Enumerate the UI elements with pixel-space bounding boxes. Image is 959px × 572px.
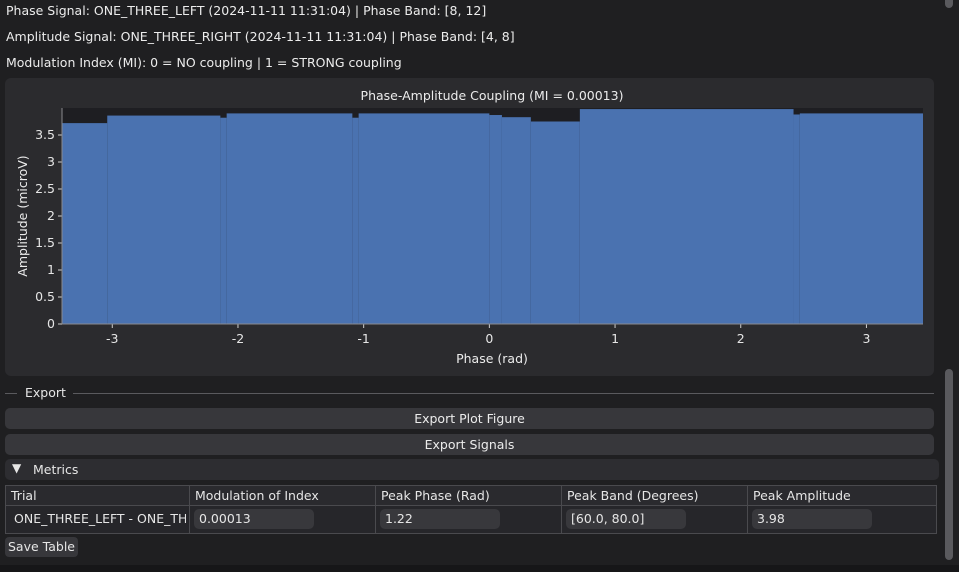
save-table-button[interactable]: Save Table	[5, 537, 78, 557]
y-tick-label: 1.5	[35, 235, 55, 250]
bar	[489, 115, 502, 324]
export-signals-button[interactable]: Export Signals	[5, 434, 934, 455]
bar	[226, 113, 353, 325]
y-tick-label: 3	[47, 154, 55, 169]
y-tick-label: 2	[47, 208, 55, 223]
peak-band-value[interactable]: [60.0, 80.0]	[566, 509, 686, 529]
pac-chart: 0 0.5 1 1.5 2 2.5 3 3.5 -3 -2 -1 0 1 2 3 Phase-Amplitud…	[15, 88, 923, 366]
y-tick-label: 2.5	[35, 181, 55, 196]
phase-signal-info: Phase Signal: ONE_THREE_LEFT (2024-11-11…	[6, 3, 487, 18]
peak-amplitude-value[interactable]: 3.98	[752, 509, 872, 529]
column-header-modulation-index[interactable]: Modulation of Index	[190, 486, 376, 506]
pac-plot-panel: 0 0.5 1 1.5 2 2.5 3 3.5 -3 -2 -1 0 1 2 3 Phase-Amplitud…	[5, 78, 934, 376]
x-tick-label: -1	[357, 331, 369, 346]
bar	[793, 114, 800, 324]
y-tick-label: 3.5	[35, 127, 55, 142]
bar	[220, 117, 227, 324]
scrollbar-thumb[interactable]	[945, 369, 953, 560]
y-tick-label: 0	[47, 316, 55, 331]
trial-value[interactable]: ONE_THREE_LEFT - ONE_THREE_RIGHT	[10, 509, 186, 529]
bar	[352, 117, 359, 324]
modulation-index-value[interactable]: 0.00013	[194, 509, 314, 529]
x-tick-label: 1	[611, 331, 619, 346]
bar	[107, 115, 221, 324]
separator-line	[73, 393, 934, 394]
table-cell-peak-band: [60.0, 80.0]	[562, 506, 748, 533]
metrics-title: Metrics	[33, 462, 79, 477]
metrics-collapsible-header[interactable]: ▼ Metrics	[5, 459, 939, 480]
scrollbar-top-cap	[945, 0, 953, 8]
chart-title: Phase-Amplitude Coupling (MI = 0.00013)	[361, 88, 624, 103]
table-cell-peak-phase: 1.22	[376, 506, 562, 533]
triangle-down-icon: ▼	[12, 461, 22, 475]
mi-legend: Modulation Index (MI): 0 = NO coupling |…	[6, 55, 402, 70]
table-cell-modulation-index: 0.00013	[190, 506, 376, 533]
x-tick-label: 0	[485, 331, 493, 346]
column-header-trial[interactable]: Trial	[6, 486, 190, 506]
bar	[358, 113, 490, 325]
column-header-peak-phase[interactable]: Peak Phase (Rad)	[376, 486, 562, 506]
peak-phase-value[interactable]: 1.22	[380, 509, 500, 529]
y-axis-label: Amplitude (microV)	[15, 155, 30, 276]
y-tick-label: 1	[47, 262, 55, 277]
separator-line	[5, 393, 17, 394]
table-cell-trial: ONE_THREE_LEFT - ONE_THREE_RIGHT	[6, 506, 190, 533]
column-header-peak-band[interactable]: Peak Band (Degrees)	[562, 486, 748, 506]
bar	[579, 109, 794, 324]
amplitude-signal-info: Amplitude Signal: ONE_THREE_RIGHT (2024-…	[6, 29, 515, 44]
window-bottom-edge	[0, 565, 959, 572]
x-axis-label: Phase (rad)	[456, 351, 528, 366]
bar	[799, 113, 923, 325]
table-cell-peak-amplitude: 3.98	[748, 506, 936, 533]
bar	[530, 121, 580, 324]
export-section-header: Export	[5, 384, 934, 402]
metrics-table: Trial Modulation of Index Peak Phase (Ra…	[5, 485, 937, 534]
export-title: Export	[25, 385, 66, 400]
x-tick-label: 2	[737, 331, 745, 346]
column-header-peak-amplitude[interactable]: Peak Amplitude	[748, 486, 936, 506]
bar	[501, 117, 531, 325]
bar	[62, 123, 108, 324]
y-tick-label: 0.5	[35, 289, 55, 304]
x-tick-label: 3	[862, 331, 870, 346]
export-plot-button[interactable]: Export Plot Figure	[5, 408, 934, 429]
x-tick-label: -2	[232, 331, 244, 346]
x-tick-label: -3	[106, 331, 118, 346]
